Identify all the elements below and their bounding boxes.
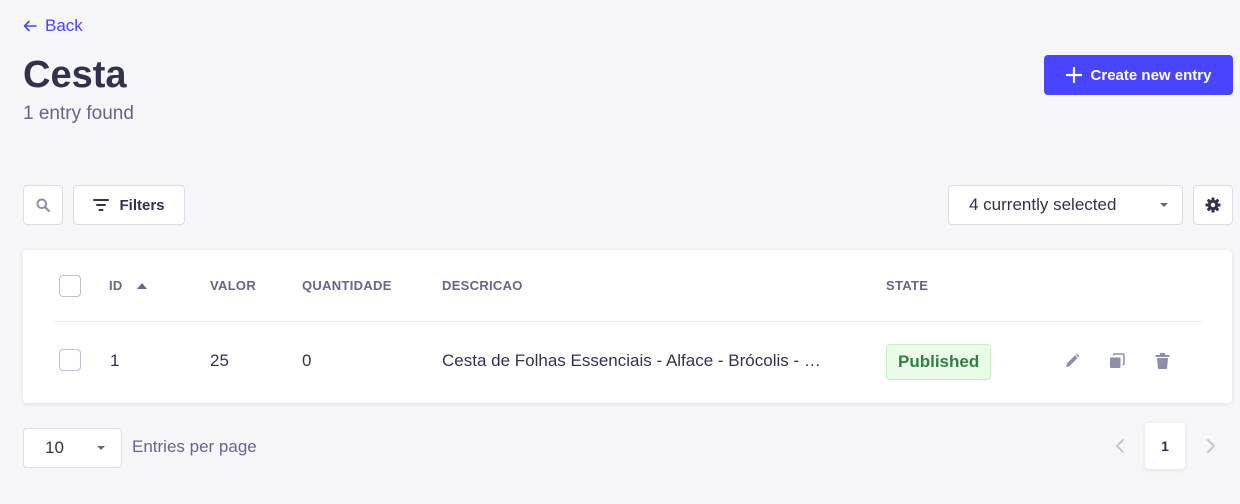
cell-valor: 25 — [210, 351, 229, 370]
create-new-entry-label: Create new entry — [1090, 66, 1212, 84]
sort-ascending-icon — [136, 282, 147, 289]
entries-table: ID VALOR QUANTIDADE DESCRICAO STATE 1 25… — [23, 250, 1232, 403]
select-all-checkbox[interactable] — [59, 275, 81, 297]
filter-icon — [93, 199, 110, 211]
column-header-state[interactable]: STATE — [886, 278, 928, 293]
entry-count: 1 entry found — [23, 103, 134, 124]
column-header-id[interactable]: ID — [109, 278, 147, 293]
status-badge: Published — [886, 344, 992, 380]
entries-per-page-select[interactable]: 10 — [23, 428, 122, 468]
search-icon — [36, 198, 50, 212]
delete-button[interactable] — [1151, 350, 1173, 372]
plus-icon — [1065, 67, 1082, 83]
page-button-1[interactable]: 1 — [1145, 423, 1185, 469]
back-link[interactable]: Back — [23, 16, 83, 36]
next-page-button[interactable] — [1201, 436, 1221, 456]
chevron-down-icon — [1160, 203, 1168, 207]
gear-icon — [1205, 197, 1221, 213]
previous-page-button[interactable] — [1110, 436, 1130, 456]
chevron-left-icon — [1116, 439, 1124, 453]
filters-button[interactable]: Filters — [73, 185, 185, 225]
chevron-right-icon — [1207, 439, 1215, 453]
back-label: Back — [45, 16, 83, 35]
filters-label: Filters — [119, 196, 165, 214]
header-divider — [54, 321, 1202, 322]
cell-descricao: Cesta de Folhas Essenciais - Alface - Br… — [442, 351, 821, 370]
column-header-valor[interactable]: VALOR — [210, 278, 256, 293]
entries-per-page-label: Entries per page — [132, 437, 257, 456]
displayed-columns-select[interactable]: 4 currently selected — [948, 185, 1183, 225]
arrow-left-icon — [23, 20, 37, 32]
search-button[interactable] — [23, 185, 63, 225]
settings-button[interactable] — [1193, 185, 1233, 225]
duplicate-icon — [1110, 353, 1125, 368]
trash-icon — [1155, 353, 1169, 369]
row-checkbox[interactable] — [59, 349, 81, 371]
page-title: Cesta — [23, 54, 127, 96]
displayed-columns-value: 4 currently selected — [969, 195, 1117, 214]
pencil-icon — [1066, 353, 1080, 367]
edit-button[interactable] — [1061, 350, 1083, 372]
duplicate-button[interactable] — [1106, 350, 1128, 372]
cell-quantidade: 0 — [302, 351, 312, 370]
entries-per-page-value: 10 — [45, 438, 64, 457]
cell-id: 1 — [110, 351, 120, 370]
create-new-entry-button[interactable]: Create new entry — [1044, 55, 1233, 95]
chevron-down-icon — [97, 446, 105, 450]
column-header-quantidade[interactable]: QUANTIDADE — [302, 278, 392, 293]
column-header-descricao[interactable]: DESCRICAO — [442, 278, 523, 293]
